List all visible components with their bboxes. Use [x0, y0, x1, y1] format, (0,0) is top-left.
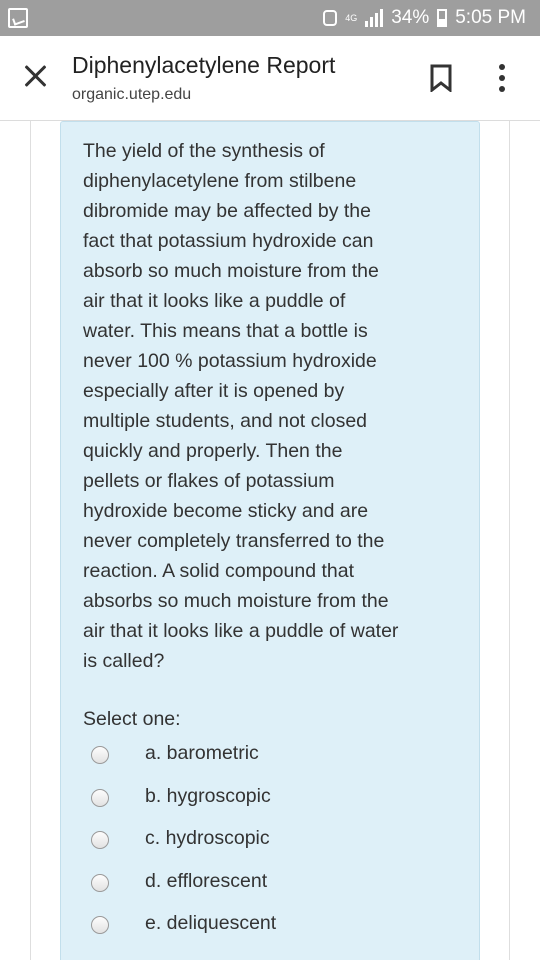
- option-e[interactable]: e. deliquescent: [91, 908, 471, 951]
- app-header: Diphenylacetylene Report organic.utep.ed…: [0, 36, 540, 121]
- question-text: The yield of the synthesis of diphenylac…: [83, 140, 399, 672]
- radio-button[interactable]: [91, 831, 109, 849]
- answer-options: a. barometric b. hygroscopic c. hydrosco…: [91, 738, 471, 951]
- option-label[interactable]: b. hygroscopic: [145, 785, 271, 808]
- clock: 5:05 PM: [455, 7, 526, 28]
- option-a[interactable]: a. barometric: [91, 738, 471, 781]
- bookmark-icon[interactable]: [430, 64, 452, 92]
- radio-button[interactable]: [91, 873, 109, 892]
- option-b[interactable]: b. hygroscopic: [91, 781, 471, 824]
- close-icon[interactable]: [22, 62, 50, 90]
- page-title: Diphenylacetylene Report: [72, 52, 336, 78]
- battery-icon: [437, 9, 448, 27]
- more-options-icon[interactable]: [496, 64, 508, 92]
- option-c[interactable]: c. hydroscopic: [91, 823, 471, 866]
- option-label[interactable]: d. efflorescent: [145, 870, 267, 893]
- radio-button[interactable]: [91, 788, 109, 807]
- radio-button[interactable]: [91, 746, 109, 764]
- status-icons: 4G 34% 5:05 PM: [323, 0, 526, 36]
- question-box: The yield of the synthesis of diphenylac…: [60, 121, 480, 960]
- page-content: The yield of the synthesis of diphenylac…: [0, 121, 540, 960]
- network-type-icon: 4G: [345, 12, 358, 23]
- option-label[interactable]: a. barometric: [145, 742, 259, 765]
- select-label: Select one:: [83, 708, 181, 730]
- radio-button[interactable]: [91, 916, 109, 934]
- signal-icon: [365, 9, 384, 27]
- page-url: organic.utep.edu: [72, 86, 192, 103]
- option-d[interactable]: d. efflorescent: [91, 866, 471, 909]
- gallery-notification-icon: [8, 8, 28, 28]
- option-label[interactable]: c. hydroscopic: [145, 827, 270, 850]
- status-bar: 4G 34% 5:05 PM: [0, 0, 540, 36]
- option-label[interactable]: e. deliquescent: [145, 912, 276, 935]
- alarm-icon: [323, 10, 338, 26]
- battery-percent: 34%: [391, 7, 430, 28]
